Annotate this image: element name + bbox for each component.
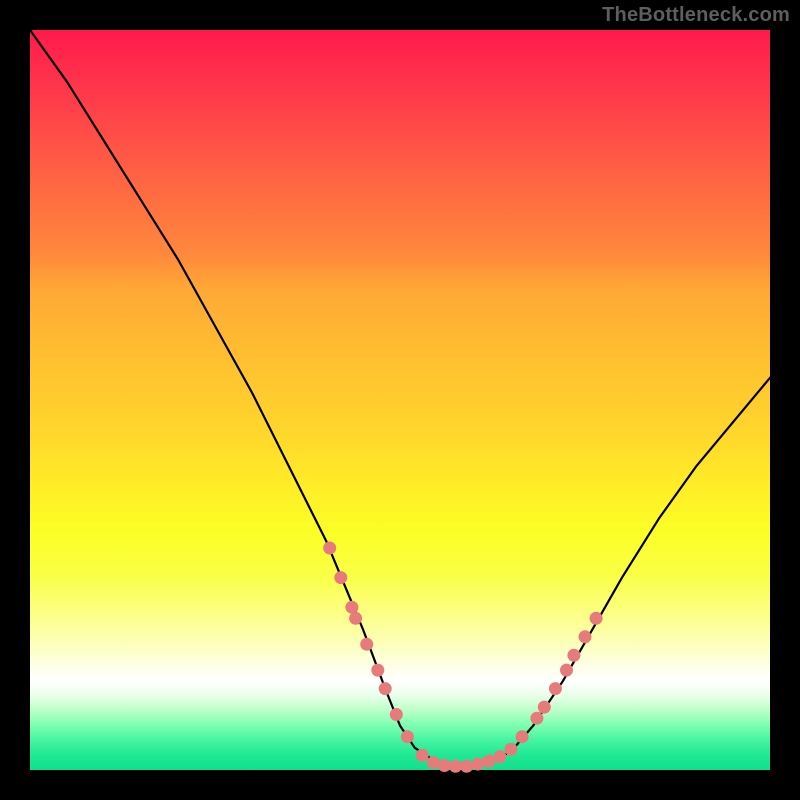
curve-marker [349, 612, 362, 625]
bottleneck-curve [30, 30, 770, 766]
curve-marker [371, 664, 384, 677]
curve-marker [438, 759, 451, 772]
curve-marker [516, 730, 529, 743]
curve-marker [460, 760, 473, 773]
curve-marker [493, 750, 506, 763]
curve-marker [549, 682, 562, 695]
curve-marker [560, 664, 573, 677]
curve-marker [579, 630, 592, 643]
curve-marker [482, 755, 495, 768]
curve-marker [323, 542, 336, 555]
curve-marker [334, 571, 347, 584]
curve-markers [323, 542, 602, 773]
curve-marker [505, 743, 518, 756]
curve-marker [379, 682, 392, 695]
brand-watermark: TheBottleneck.com [602, 4, 790, 27]
curve-marker [538, 701, 551, 714]
curve-marker [345, 601, 358, 614]
curve-marker [567, 649, 580, 662]
curve-marker [427, 756, 440, 769]
curve-marker [471, 758, 484, 771]
curve-marker [449, 760, 462, 773]
curve-layer [30, 30, 770, 770]
curve-marker [360, 638, 373, 651]
curve-marker [530, 712, 543, 725]
curve-marker [590, 612, 603, 625]
curve-marker [390, 708, 403, 721]
curve-marker [401, 730, 414, 743]
curve-marker [416, 749, 429, 762]
